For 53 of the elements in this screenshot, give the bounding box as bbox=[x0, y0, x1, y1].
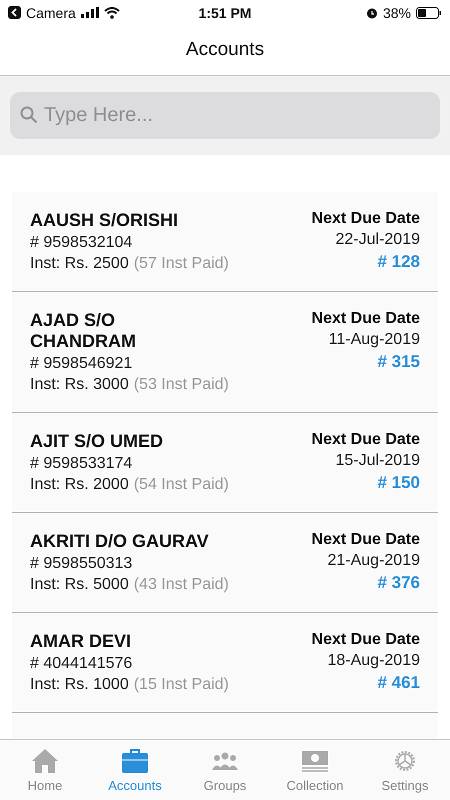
installments-paid: (57 Inst Paid) bbox=[134, 255, 229, 273]
installments-paid: (54 Inst Paid) bbox=[134, 476, 229, 494]
search-icon bbox=[20, 106, 38, 124]
due-date: 18-Aug-2019 bbox=[327, 652, 420, 670]
alarm-icon bbox=[366, 6, 378, 18]
account-row[interactable]: AMAR DEVI # 4044141576 Inst: Rs. 1000 (15 Inst Paid) Next Due Date 18-Aug-2019 # 461 bbox=[12, 613, 438, 713]
installments-paid: (15 Inst Paid) bbox=[134, 676, 229, 694]
account-number: # 376 bbox=[377, 573, 420, 593]
due-date: 22-Jul-2019 bbox=[336, 231, 420, 249]
due-date: 11-Aug-2019 bbox=[328, 331, 420, 349]
account-name: AAUSH S/ORISHI bbox=[30, 210, 180, 231]
status-time: 1:51 PM bbox=[198, 4, 252, 20]
account-phone: # 9598550313 bbox=[30, 555, 134, 573]
due-label: Next Due Date bbox=[312, 210, 420, 228]
due-label: Next Due Date bbox=[312, 431, 420, 449]
house-icon bbox=[31, 748, 59, 774]
account-phone: # 9598546921 bbox=[30, 355, 134, 373]
due-label: Next Due Date bbox=[312, 631, 420, 649]
account-row[interactable]: AJAD S/O CHANDRAM # 9598546921 Inst: Rs. 3000 (53 Inst Paid) Next Due Date 11-Aug-2019 # 315 bbox=[12, 292, 438, 413]
account-number: # 461 bbox=[377, 673, 420, 693]
account-name: AMAR DEVI bbox=[30, 631, 132, 652]
search-field[interactable]: Type Here... bbox=[10, 92, 440, 139]
back-label[interactable]: Camera bbox=[26, 4, 76, 20]
due-date: 15-Jul-2019 bbox=[336, 452, 420, 470]
installment-amount: Inst: Rs. 5000 bbox=[30, 576, 129, 594]
account-row[interactable]: AJIT S/O UMED # 9598533174 Inst: Rs. 2000 (54 Inst Paid) Next Due Date 15-Jul-2019 # 150 bbox=[12, 413, 438, 513]
due-date: 21-Aug-2019 bbox=[327, 552, 420, 570]
account-phone: # 4044141576 bbox=[30, 655, 134, 673]
battery-icon bbox=[416, 6, 442, 18]
screen-title: Accounts bbox=[186, 39, 264, 61]
installments-paid: (53 Inst Paid) bbox=[134, 376, 229, 394]
account-number: # 150 bbox=[377, 473, 420, 493]
battery-percent: 38% bbox=[382, 4, 411, 20]
installment-amount: Inst: Rs. 2000 bbox=[30, 476, 129, 494]
account-number: # 128 bbox=[377, 252, 420, 272]
installments-paid: (43 Inst Paid) bbox=[134, 576, 229, 594]
account-name: AJIT S/O UMED bbox=[30, 431, 164, 452]
installment-amount: Inst: Rs. 2500 bbox=[30, 255, 129, 273]
wifi-icon bbox=[104, 6, 120, 18]
back-icon[interactable] bbox=[8, 6, 21, 19]
account-name: AKRITI D/O GAURAV bbox=[30, 531, 210, 552]
installment-amount: Inst: Rs. 1000 bbox=[30, 676, 129, 694]
installment-amount: Inst: Rs. 3000 bbox=[30, 376, 129, 394]
account-phone: # 9598532104 bbox=[30, 234, 134, 252]
briefcase-icon bbox=[121, 748, 149, 774]
account-phone: # 9598533174 bbox=[30, 455, 134, 473]
account-number: # 315 bbox=[377, 352, 420, 372]
signal-icon bbox=[80, 7, 99, 18]
account-row[interactable]: AKRITI D/O GAURAV # 9598550313 Inst: Rs. 5000 (43 Inst Paid) Next Due Date 21-Aug-2019 # 376 bbox=[12, 513, 438, 613]
due-label: Next Due Date bbox=[312, 310, 420, 328]
account-name: AJAD S/O CHANDRAM bbox=[30, 310, 137, 352]
due-label: Next Due Date bbox=[312, 531, 420, 549]
account-row[interactable]: AAUSH S/ORISHI # 9598532104 Inst: Rs. 2500 (57 Inst Paid) Next Due Date 22-Jul-2019 # 128 bbox=[12, 192, 438, 292]
